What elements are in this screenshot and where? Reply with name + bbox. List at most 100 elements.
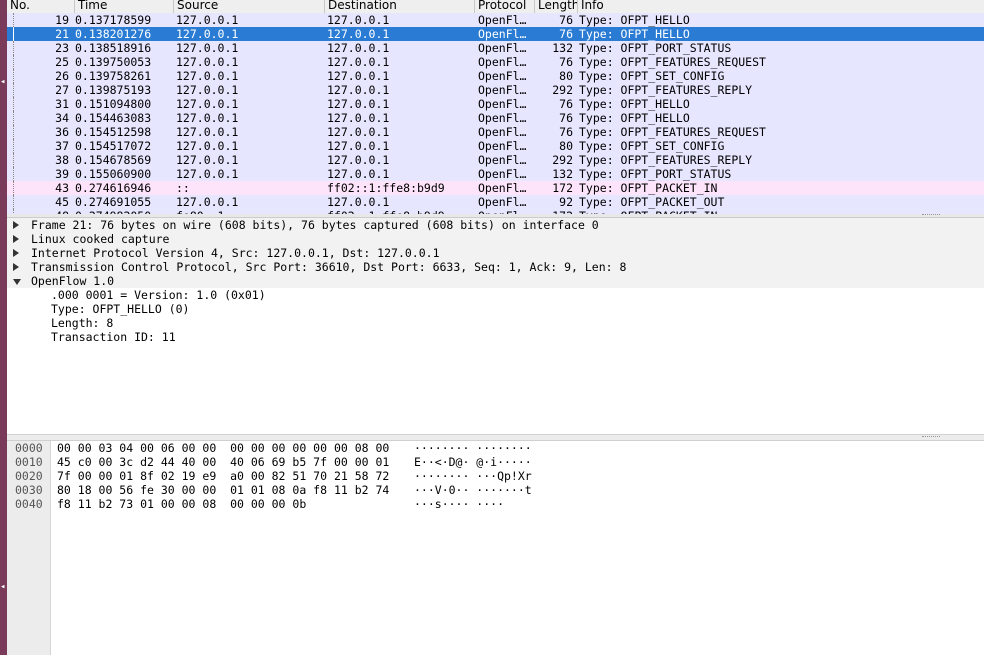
detail-tree-item[interactable]: Transmission Control Protocol, Src Port:…	[7, 260, 984, 274]
packet-source: 127.0.0.1	[176, 195, 239, 209]
packet-info: Type: OFPT_SET_CONFIG	[579, 139, 725, 153]
packet-destination: 127.0.0.1	[327, 111, 390, 125]
bytes-row[interactable]: 0030 80 18 00 56 fe 30 00 00 01 01 08 0a …	[7, 483, 984, 497]
packet-source: 127.0.0.1	[176, 27, 239, 41]
packet-protocol: OpenFl…	[478, 27, 527, 41]
detail-label: Linux cooked capture	[31, 232, 170, 246]
bytes-offset: 0030	[15, 483, 43, 497]
bytes-ascii: ········ ···Qp!Xr	[414, 469, 532, 483]
packet-row[interactable]: 26 0.139758261 127.0.0.1 127.0.0.1 OpenFl… 80…	[7, 69, 984, 83]
packet-destination: ff02::1:ffe8:b9d9	[327, 181, 445, 195]
column-header-length[interactable]: Length	[535, 0, 578, 13]
packet-protocol: OpenFl…	[478, 181, 527, 195]
packet-protocol: OpenFl…	[478, 139, 527, 153]
packet-source: 127.0.0.1	[176, 69, 239, 83]
packet-protocol: OpenFl…	[478, 41, 527, 55]
packet-protocol: OpenFl…	[478, 13, 527, 27]
packet-source: 127.0.0.1	[176, 97, 239, 111]
packet-protocol: OpenFl…	[478, 125, 527, 139]
detail-field[interactable]: .000 0001 = Version: 1.0 (0x01)	[7, 288, 984, 302]
packet-info: Type: OFPT_PORT_STATUS	[579, 167, 732, 181]
column-header-destination[interactable]: Destination	[325, 0, 475, 13]
packet-no: 23	[55, 41, 69, 55]
expand-right-icon[interactable]	[13, 263, 19, 271]
packet-length: 172	[552, 181, 573, 195]
expand-right-icon[interactable]	[13, 221, 19, 229]
column-header-time[interactable]: Time	[75, 0, 174, 13]
packet-source: 127.0.0.1	[176, 83, 239, 97]
detail-tree-item[interactable]: Linux cooked capture	[7, 232, 984, 246]
bytes-hex: 45 c0 00 3c d2 44 40 00 40 06 69 b5 7f 0…	[57, 455, 390, 469]
packet-source: 127.0.0.1	[176, 55, 239, 69]
packet-time: 0.274616946	[75, 181, 152, 195]
packet-row[interactable]: 36 0.154512598 127.0.0.1 127.0.0.1 OpenFl… 76…	[7, 125, 984, 139]
details-resize-handle[interactable]	[7, 434, 984, 441]
packet-row[interactable]: 37 0.154517072 127.0.0.1 127.0.0.1 OpenFl… 80…	[7, 139, 984, 153]
detail-field[interactable]: Transaction ID: 11	[7, 330, 984, 344]
packet-row[interactable]: 31 0.151094800 127.0.0.1 127.0.0.1 OpenFl… 76…	[7, 97, 984, 111]
packet-row[interactable]: 43 0.274616946:: ff02::1:ffe8:b9d9 OpenFl… 1…	[7, 181, 984, 195]
packet-source: 127.0.0.1	[176, 111, 239, 125]
column-header-info[interactable]: Info	[578, 0, 984, 13]
expand-right-icon[interactable]	[13, 249, 19, 257]
packet-row[interactable]: 21 0.138201276 127.0.0.1 127.0.0.1 OpenFl… 76…	[7, 27, 984, 41]
packet-info: Type: OFPT_PACKET_IN	[579, 181, 718, 195]
packet-row[interactable]: 23 0.138518916 127.0.0.1 127.0.0.1 OpenFl… 13…	[7, 41, 984, 55]
packet-length: 292	[552, 153, 573, 167]
packet-row[interactable]: 34 0.154463083 127.0.0.1 127.0.0.1 OpenFl… 76…	[7, 111, 984, 125]
expand-right-icon[interactable]	[13, 235, 19, 243]
packet-row[interactable]: 19 0.137178599 127.0.0.1 127.0.0.1 OpenFl… 76…	[7, 13, 984, 27]
packet-destination: 127.0.0.1	[327, 139, 390, 153]
detail-label: Transmission Control Protocol, Src Port:…	[31, 260, 627, 274]
detail-tree-item[interactable]: Internet Protocol Version 4, Src: 127.0.…	[7, 246, 984, 260]
column-header-no[interactable]: No.	[7, 0, 75, 13]
bytes-row[interactable]: 0010 45 c0 00 3c d2 44 40 00 40 06 69 b5 …	[7, 455, 984, 469]
detail-field[interactable]: Length: 8	[7, 316, 984, 330]
packet-list[interactable]: No. Time Source Destination Protocol Len…	[7, 0, 984, 214]
packet-protocol: OpenFl…	[478, 167, 527, 181]
packet-destination: 127.0.0.1	[327, 55, 390, 69]
packet-info: Type: OFPT_FEATURES_REPLY	[579, 153, 753, 167]
expand-down-icon[interactable]	[13, 279, 21, 285]
packet-source: 127.0.0.1	[176, 125, 239, 139]
packet-row[interactable]: 27 0.139875193 127.0.0.1 127.0.0.1 OpenFl… 29…	[7, 83, 984, 97]
packet-time: 0.139875193	[75, 83, 152, 97]
bytes-hex: 80 18 00 56 fe 30 00 00 01 01 08 0a f8 1…	[57, 483, 390, 497]
detail-tree-item[interactable]: Frame 21: 76 bytes on wire (608 bits), 7…	[7, 218, 984, 232]
packet-row[interactable]: 39 0.155060900 127.0.0.1 127.0.0.1 OpenFl… 13…	[7, 167, 984, 181]
bytes-row[interactable]: 0000 00 00 03 04 00 06 00 00 00 00 00 00 …	[7, 441, 984, 455]
packet-length: 132	[552, 41, 573, 55]
packet-time: 0.154517072	[75, 139, 152, 153]
packet-row[interactable]: 25 0.139750053 127.0.0.1 127.0.0.1 OpenFl… 76…	[7, 55, 984, 69]
packet-source: 127.0.0.1	[176, 167, 239, 181]
bytes-row[interactable]: 0040 f8 11 b2 73 01 00 00 08 00 00 00 0b ·…	[7, 497, 984, 511]
bytes-ascii: ···s···· ····	[414, 497, 505, 511]
packet-time: 0.154512598	[75, 125, 152, 139]
packet-info: Type: OFPT_SET_CONFIG	[579, 69, 725, 83]
packet-time: 0.139758261	[75, 69, 152, 83]
packet-row[interactable]: 38 0.154678569 127.0.0.1 127.0.0.1 OpenFl… 29…	[7, 153, 984, 167]
bytes-offset: 0000	[15, 441, 43, 455]
packet-destination: 127.0.0.1	[327, 125, 390, 139]
detail-field[interactable]: Type: OFPT_HELLO (0)	[7, 302, 984, 316]
bytes-row[interactable]: 0020 7f 00 00 01 8f 02 19 e9 a0 00 82 51 …	[7, 469, 984, 483]
packet-length: 76	[559, 13, 573, 27]
column-header-protocol[interactable]: Protocol	[475, 0, 535, 13]
packet-details[interactable]: Frame 21: 76 bytes on wire (608 bits), 7…	[7, 218, 984, 436]
packet-no: 34	[55, 111, 69, 125]
packet-no: 27	[55, 83, 69, 97]
packet-length: 80	[559, 69, 573, 83]
packet-info: Type: OFPT_HELLO	[579, 13, 690, 27]
detail-tree-item[interactable]: OpenFlow 1.0	[7, 274, 984, 288]
detail-field-label: Transaction ID: 11	[51, 330, 176, 344]
column-header-source[interactable]: Source	[174, 0, 325, 13]
packet-destination: 127.0.0.1	[327, 195, 390, 209]
packet-info: Type: OFPT_FEATURES_REPLY	[579, 83, 753, 97]
packet-row[interactable]: 45 0.274691055 127.0.0.1 127.0.0.1 OpenFl… 92…	[7, 195, 984, 209]
left-arrow-icon: ◂	[0, 582, 6, 592]
packet-no: 38	[55, 153, 69, 167]
packet-protocol: OpenFl…	[478, 111, 527, 125]
packet-no: 37	[55, 139, 69, 153]
packet-no: 36	[55, 125, 69, 139]
packet-bytes[interactable]: 0000 00 00 03 04 00 06 00 00 00 00 00 00 …	[7, 441, 984, 655]
